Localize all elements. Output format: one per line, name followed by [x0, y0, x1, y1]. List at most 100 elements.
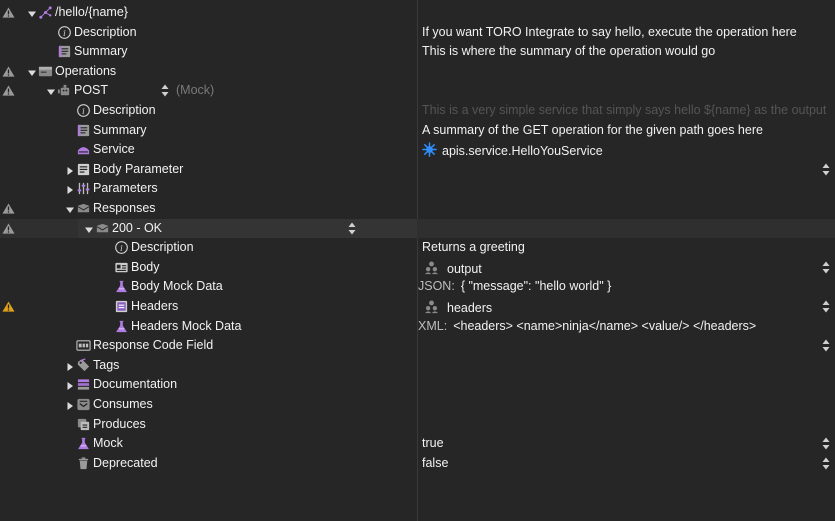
- tags-icon: [76, 358, 91, 373]
- parameters-icon: [76, 181, 91, 196]
- warning-icon[interactable]: [2, 85, 15, 97]
- headers-mock-data-value[interactable]: XML: <headers> <name>ninja</name> <value/…: [418, 319, 756, 333]
- row-label: Body: [131, 259, 160, 274]
- summary-value[interactable]: This is where the summary of the operati…: [422, 44, 715, 58]
- row-label: POST: [74, 83, 109, 98]
- operations-box-icon: [38, 64, 53, 79]
- tree-row-response-code-field[interactable]: Response Code Field: [0, 336, 835, 356]
- tree-row-description[interactable]: i Description This is a very simple servic…: [0, 101, 835, 121]
- service-value[interactable]: apis.service.HelloYouService: [422, 142, 603, 158]
- row-label: Headers Mock Data: [131, 318, 242, 333]
- document-icon: [57, 44, 72, 59]
- expand-arrow-down-icon[interactable]: [84, 224, 94, 234]
- description-value[interactable]: Returns a greeting: [422, 240, 525, 254]
- row-label: Mock: [93, 436, 123, 451]
- value-text: { "message": "hello world" }: [460, 279, 612, 294]
- tree-row-body-parameter[interactable]: Body Parameter: [0, 160, 835, 180]
- row-label: Operations: [55, 63, 117, 78]
- type-stepper-icon[interactable]: [161, 84, 169, 97]
- tree-row-body[interactable]: Body output: [0, 258, 835, 278]
- description-value[interactable]: This is a very simple service that simpl…: [422, 103, 826, 117]
- tree-row-operations[interactable]: Operations: [0, 62, 835, 82]
- robot-icon: [57, 83, 72, 98]
- type-stepper-icon[interactable]: [348, 222, 356, 235]
- tree-row-deprecated[interactable]: Deprecated false: [0, 454, 835, 474]
- tree-row-body-mock-data[interactable]: Body Mock Data JSON: { "message": "hello w…: [0, 277, 835, 297]
- value-stepper-icon[interactable]: [822, 300, 830, 313]
- warning-icon[interactable]: [2, 301, 15, 313]
- row-label: Parameters: [93, 181, 158, 196]
- description-value[interactable]: If you want TORO Integrate to say hello,…: [422, 25, 797, 39]
- value-text: apis.service.HelloYouService: [442, 144, 603, 159]
- api-property-tree: /hello/{name} i Description If you want TOR…: [0, 0, 835, 521]
- row-label: Tags: [93, 357, 120, 372]
- value-stepper-icon[interactable]: [822, 339, 830, 352]
- value-text: This is where the summary of the operati…: [422, 44, 716, 59]
- produces-icon: [76, 417, 91, 432]
- value-stepper-icon[interactable]: [822, 261, 830, 274]
- deprecated-value[interactable]: false: [422, 456, 448, 470]
- tree-row-documentation[interactable]: Documentation: [0, 375, 835, 395]
- row-label: Response Code Field: [93, 338, 214, 353]
- value-text: headers: [447, 301, 493, 315]
- tree-row-responses[interactable]: Responses: [0, 199, 835, 219]
- tree-row-post[interactable]: POST (Mock): [0, 81, 835, 101]
- info-icon: i: [114, 240, 129, 255]
- headers-icon: [114, 299, 129, 314]
- warning-icon[interactable]: [2, 203, 15, 215]
- svg-text:i: i: [82, 106, 85, 116]
- row-label: Service: [93, 142, 135, 157]
- expand-arrow-right-icon[interactable]: [65, 380, 75, 391]
- svg-text:i: i: [63, 27, 66, 37]
- envelope-icon: [76, 201, 91, 216]
- warning-icon[interactable]: [2, 66, 15, 78]
- tree-row-200-ok[interactable]: 200 - OK: [0, 218, 835, 239]
- expand-arrow-down-icon[interactable]: [27, 8, 37, 18]
- row-label: Deprecated: [93, 455, 158, 470]
- tree-row-description[interactable]: i Description If you want TORO Integrate t…: [0, 23, 835, 43]
- warning-icon[interactable]: [2, 7, 15, 19]
- expand-arrow-right-icon[interactable]: [65, 184, 75, 195]
- value-text: output: [447, 261, 482, 276]
- warning-icon[interactable]: [2, 223, 15, 235]
- row-label: Produces: [93, 416, 146, 431]
- expand-arrow-right-icon[interactable]: [65, 165, 75, 175]
- expand-arrow-right-icon[interactable]: [65, 400, 75, 410]
- tree-row-produces[interactable]: Produces: [0, 415, 835, 435]
- tree-row-hello-name[interactable]: /hello/{name}: [0, 3, 835, 23]
- row-label: Body Mock Data: [131, 279, 223, 294]
- value-text: false: [422, 455, 449, 470]
- flask-icon: [114, 319, 129, 334]
- mock-value[interactable]: true: [422, 436, 444, 450]
- expand-arrow-down-icon[interactable]: [46, 86, 56, 96]
- value-stepper-icon[interactable]: [822, 163, 830, 176]
- info-icon: i: [76, 103, 91, 118]
- row-label: Summary: [93, 122, 147, 137]
- expand-arrow-down-icon[interactable]: [27, 67, 37, 77]
- envelope-icon: [95, 221, 110, 236]
- summary-value[interactable]: A summary of the GET operation for the g…: [422, 123, 763, 137]
- tree-row-mock[interactable]: Mock true: [0, 434, 835, 454]
- expand-arrow-right-icon[interactable]: [65, 361, 75, 371]
- tree-row-consumes[interactable]: Consumes: [0, 395, 835, 415]
- headers-value[interactable]: headers: [422, 299, 492, 315]
- tree-row-description[interactable]: i Description Returns a greeting: [0, 238, 835, 258]
- row-label: Summary: [74, 44, 128, 59]
- row-label: Body Parameter: [93, 161, 184, 176]
- body-mock-data-value[interactable]: JSON: { "message": "hello world" }: [418, 279, 611, 293]
- tree-row-tags[interactable]: Tags: [0, 356, 835, 376]
- expand-arrow-down-icon[interactable]: [65, 204, 75, 214]
- code-field-icon: [76, 338, 91, 353]
- tree-row-service[interactable]: Service apis.service.HelloYouService: [0, 140, 835, 160]
- value-stepper-icon[interactable]: [822, 437, 830, 450]
- value-text: This is a very simple service that simpl…: [422, 103, 827, 117]
- tree-row-parameters[interactable]: Parameters: [0, 179, 835, 199]
- value-stepper-icon[interactable]: [822, 457, 830, 470]
- flask-icon: [76, 436, 91, 451]
- tree-row-summary[interactable]: Summary A summary of the GET operation fo…: [0, 121, 835, 141]
- body-value[interactable]: output: [422, 260, 482, 276]
- tree-row-summary[interactable]: Summary This is where the summary of the …: [0, 42, 835, 62]
- tree-row-headers-mock-data[interactable]: Headers Mock Data XML: <headers> <name>nin…: [0, 317, 835, 337]
- tree-row-headers[interactable]: Headers headers: [0, 297, 835, 317]
- service-splash-icon: [422, 142, 437, 157]
